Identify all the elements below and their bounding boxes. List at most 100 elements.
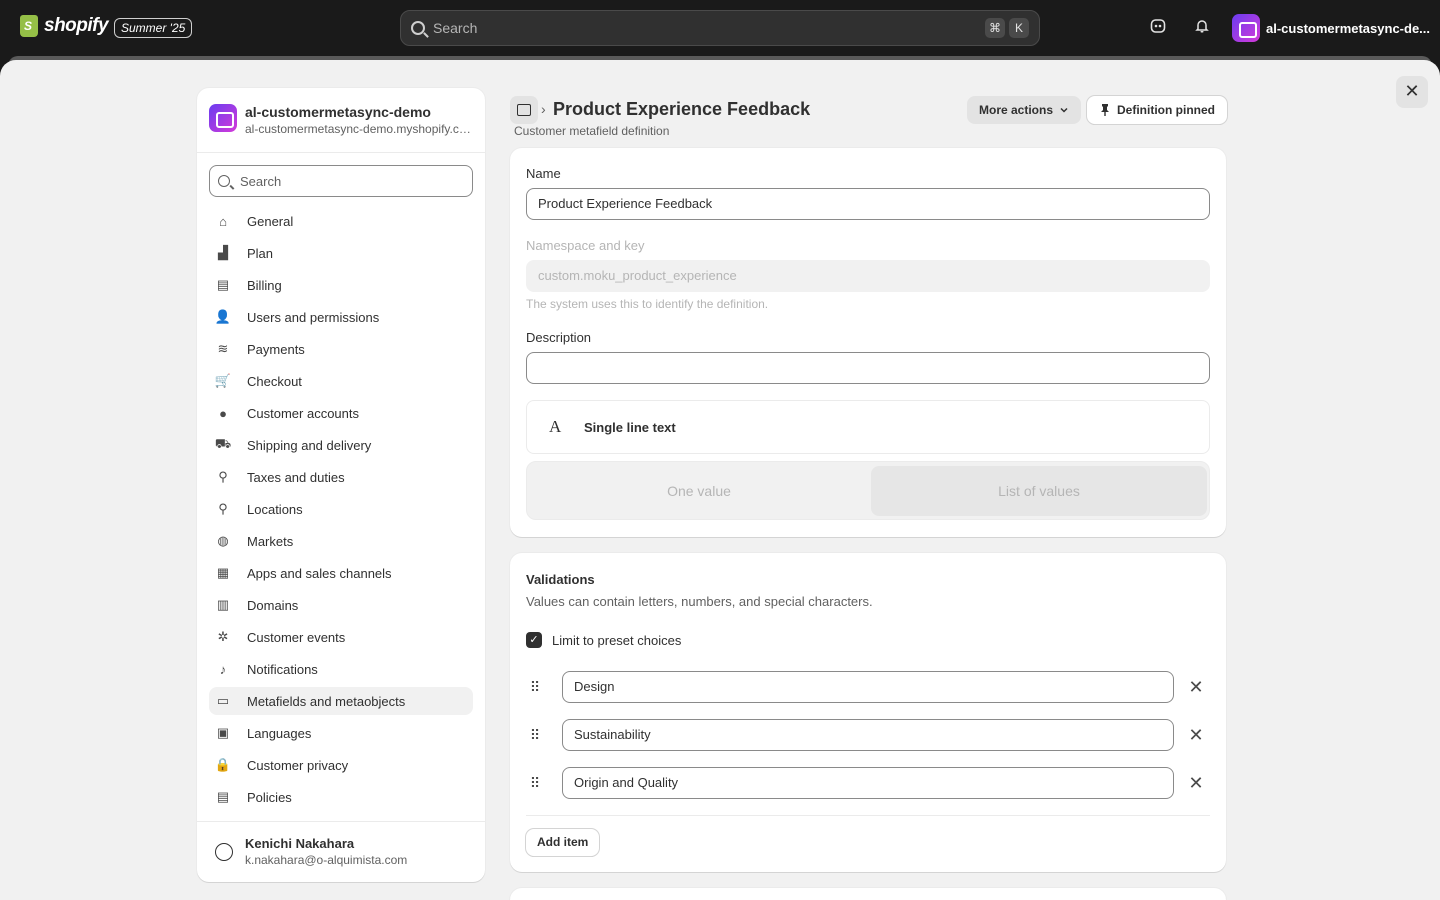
sidebar-item-languages[interactable]: ▣ Languages — [209, 719, 473, 747]
cursor-icon: ✲ — [217, 629, 229, 644]
sidekick-icon[interactable] — [1148, 18, 1168, 38]
sidebar-item-markets[interactable]: ◍ Markets — [209, 527, 473, 555]
more-actions-label: More actions — [979, 103, 1054, 117]
search-icon — [411, 21, 425, 35]
add-item-button[interactable]: Add item — [526, 829, 600, 856]
definition-pinned-button[interactable]: Definition pinned — [1087, 96, 1227, 124]
sidebar-item-checkout[interactable]: 🛒 Checkout — [209, 367, 473, 395]
sidebar-user[interactable]: Kenichi Nakahara k.nakahara@o-alquimista… — [215, 836, 407, 867]
remove-choice-icon[interactable]: ✕ — [1182, 677, 1210, 698]
type-label: Single line text — [584, 419, 676, 435]
policy-icon: ▤ — [216, 789, 230, 804]
cart-icon: 🛒 — [214, 373, 232, 388]
sidebar-item-notifications[interactable]: ♪ Notifications — [209, 655, 473, 683]
text-type-icon: A — [549, 417, 562, 436]
store-menu[interactable]: al-customermetasync-de... — [1232, 14, 1430, 42]
value-count-toggle: One value List of values — [526, 461, 1210, 520]
type-selector[interactable]: A Single line text — [526, 400, 1210, 454]
description-label: Description — [526, 330, 592, 345]
chevron-right-icon: › — [541, 101, 546, 117]
sidebar-item-customer-events[interactable]: ✲ Customer events — [209, 623, 473, 651]
sidebar-search-placeholder: Search — [240, 173, 282, 189]
description-input[interactable] — [526, 352, 1210, 384]
choice-input[interactable]: Design — [562, 671, 1174, 703]
sidebar-item-metafields-and-metaobjects[interactable]: ▭ Metafields and metaobjects — [209, 687, 473, 715]
sidebar-item-label: Customer accounts — [247, 405, 359, 421]
more-actions-button[interactable]: More actions — [967, 96, 1082, 124]
limit-checkbox[interactable]: ✓ — [526, 632, 542, 648]
limit-preset-choices[interactable]: ✓ Limit to preset choices — [526, 632, 681, 648]
global-search[interactable]: Search ⌘ K — [400, 10, 1040, 46]
page-subtitle: Customer metafield definition — [514, 124, 670, 138]
remove-choice-icon[interactable]: ✕ — [1182, 725, 1210, 746]
bell-icon[interactable] — [1192, 18, 1212, 38]
tax-icon: ⚲ — [218, 469, 228, 484]
sidebar-item-label: Notifications — [247, 661, 318, 677]
sidebar-item-policies[interactable]: ▤ Policies — [209, 783, 473, 811]
namespace-label: Namespace and key — [526, 238, 645, 253]
shopify-logo[interactable]: shopify — [20, 15, 109, 37]
drag-handle-icon[interactable]: ⠿ — [526, 679, 542, 696]
definition-pinned-label: Definition pinned — [1117, 103, 1215, 117]
sidebar-item-label: Customer privacy — [247, 757, 349, 773]
sidebar-store-header[interactable]: al-customermetasync-demo al-customermeta… — [209, 104, 473, 136]
sidebar-item-label: Payments — [247, 341, 305, 357]
sidebar-item-label: Locations — [247, 501, 303, 517]
bell-icon: ♪ — [219, 661, 227, 677]
store-avatar — [209, 104, 237, 132]
settings-nav: ⌂ General ▟ Plan ▤ Billing 👤 Users and permissi… — [209, 207, 473, 815]
sidebar-item-apps-and-sales-channels[interactable]: ▦ Apps and sales channels — [209, 559, 473, 587]
choice-input[interactable]: Sustainability — [562, 719, 1174, 751]
close-settings-button[interactable]: ✕ — [1396, 76, 1428, 108]
sidebar-item-customer-privacy[interactable]: 🔒 Customer privacy — [209, 751, 473, 779]
sidebar-item-customer-accounts[interactable]: ● Customer accounts — [209, 399, 473, 427]
name-label: Name — [526, 166, 561, 181]
search-icon — [218, 175, 230, 187]
name-input[interactable]: Product Experience Feedback — [526, 188, 1210, 220]
sidebar-item-label: Markets — [247, 533, 294, 549]
user-email: k.nakahara@o-alquimista.com — [245, 853, 408, 867]
sidebar-item-taxes-and-duties[interactable]: ⚲ Taxes and duties — [209, 463, 473, 491]
shortcut-key-cmd: ⌘ — [985, 18, 1005, 38]
top-bar: shopify Summer '25 Search ⌘ K al-custome… — [0, 0, 1440, 56]
namespace-input: custom.moku_product_experience — [526, 260, 1210, 292]
choice-input[interactable]: Origin and Quality — [562, 767, 1174, 799]
drag-handle-icon[interactable]: ⠿ — [526, 775, 542, 792]
metafield-breadcrumb-icon[interactable] — [510, 96, 538, 124]
sidebar-item-plan[interactable]: ▟ Plan — [209, 239, 473, 267]
one-value-option[interactable]: One value — [531, 466, 867, 516]
settings-sidebar: al-customermetasync-demo al-customermeta… — [197, 88, 485, 882]
drag-handle-icon[interactable]: ⠿ — [526, 727, 542, 744]
sidebar-store-url: al-customermetasync-demo.myshopify.com — [245, 122, 473, 136]
pin-icon — [1101, 104, 1109, 116]
domain-icon: ▥ — [216, 597, 230, 612]
sidebar-item-payments[interactable]: ≋ Payments — [209, 335, 473, 363]
payments-icon: ≋ — [217, 341, 229, 356]
page-title: Product Experience Feedback — [553, 99, 811, 119]
sidebar-search-input[interactable]: Search — [209, 165, 473, 197]
sidebar-item-label: Policies — [247, 789, 292, 805]
sidebar-item-general[interactable]: ⌂ General — [209, 207, 473, 235]
remove-choice-icon[interactable]: ✕ — [1182, 773, 1210, 794]
person-icon: ● — [219, 405, 227, 421]
sidebar-item-billing[interactable]: ▤ Billing — [209, 271, 473, 299]
sidebar-item-shipping-and-delivery[interactable]: ⛟ Shipping and delivery — [209, 431, 473, 459]
users-icon: 👤 — [214, 309, 232, 324]
user-name: Kenichi Nakahara — [245, 836, 355, 851]
list-of-values-option[interactable]: List of values — [871, 466, 1207, 516]
sidebar-item-label: Plan — [247, 245, 274, 261]
choice-row: ⠿ Design ✕ — [526, 671, 1210, 703]
limit-label: Limit to preset choices — [552, 632, 682, 648]
sidebar-item-domains[interactable]: ▥ Domains — [209, 591, 473, 619]
sidebar-item-users-and-permissions[interactable]: 👤 Users and permissions — [209, 303, 473, 331]
sidebar-item-label: Shipping and delivery — [247, 437, 372, 453]
divider — [197, 821, 485, 822]
store-name: al-customermetasync-de... — [1266, 20, 1431, 36]
edition-badge[interactable]: Summer '25 — [114, 18, 193, 38]
sidebar-item-locations[interactable]: ⚲ Locations — [209, 495, 473, 523]
logo-text: shopify — [44, 15, 109, 36]
sidebar-item-label: Languages — [247, 725, 312, 741]
sidebar-item-label: Customer events — [247, 629, 346, 645]
sidebar-item-label: Metafields and metaobjects — [247, 693, 406, 709]
language-icon: ▣ — [216, 725, 230, 740]
